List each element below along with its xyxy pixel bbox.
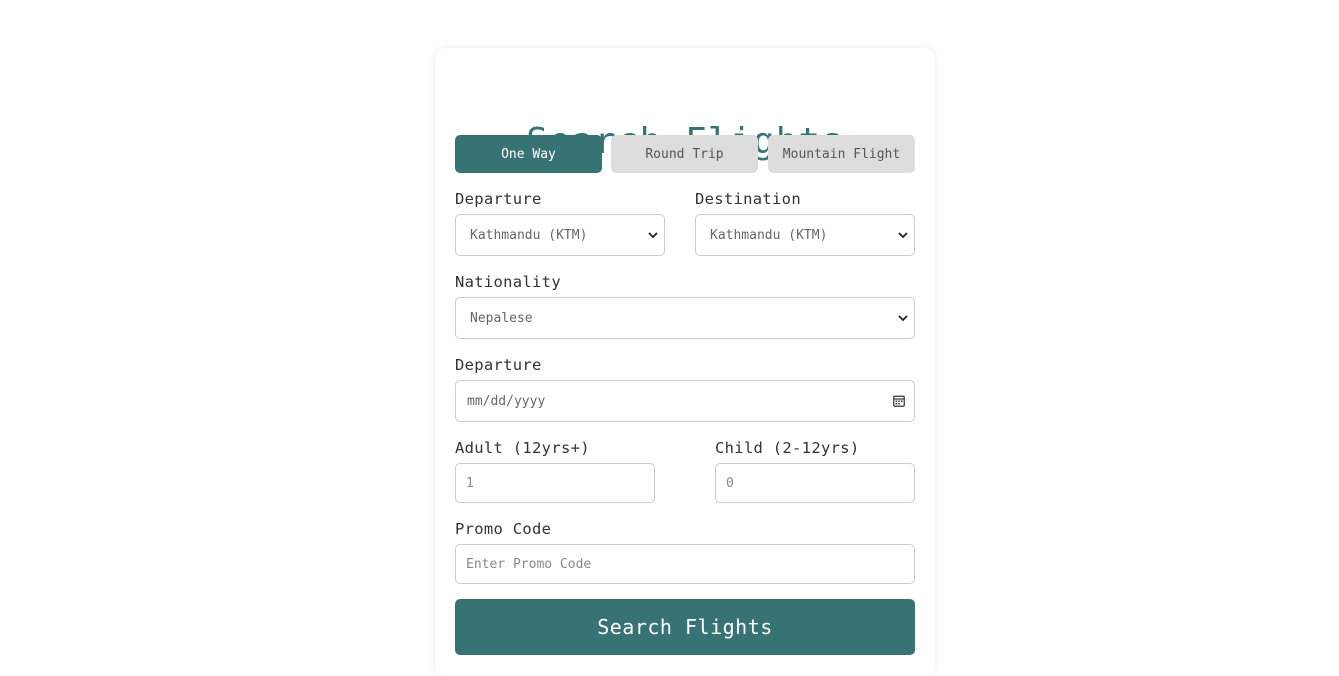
child-label: Child (2-12yrs) [715, 439, 860, 457]
mountain-flight-button[interactable]: Mountain Flight [768, 135, 915, 173]
departure-select[interactable]: Kathmandu (KTM) [455, 214, 665, 256]
departure-date-input[interactable]: mm/dd/yyyy [455, 380, 915, 422]
search-flights-button[interactable]: Search Flights [455, 599, 915, 655]
chevron-down-icon [642, 231, 664, 239]
chevron-down-icon [892, 314, 914, 322]
departure-date-label: Departure [455, 356, 542, 374]
departure-date-placeholder: mm/dd/yyyy [467, 393, 546, 409]
nationality-label: Nationality [455, 273, 561, 291]
one-way-button[interactable]: One Way [455, 135, 602, 173]
chevron-down-icon [892, 231, 914, 239]
adult-count-input[interactable]: 1 [455, 463, 655, 503]
nationality-select[interactable]: Nepalese [455, 297, 915, 339]
destination-select[interactable]: Kathmandu (KTM) [695, 214, 915, 256]
adult-label: Adult (12yrs+) [455, 439, 590, 457]
search-flights-card: Search Flights One Way Round Trip Mounta… [435, 48, 935, 676]
calendar-icon[interactable] [888, 395, 910, 407]
departure-select-value: Kathmandu (KTM) [470, 227, 588, 243]
promo-code-placeholder: Enter Promo Code [466, 556, 592, 572]
round-trip-button[interactable]: Round Trip [611, 135, 758, 173]
promo-code-label: Promo Code [455, 520, 552, 538]
promo-code-input[interactable]: Enter Promo Code [455, 544, 915, 584]
child-count-input[interactable]: 0 [715, 463, 915, 503]
destination-label: Destination [695, 190, 801, 208]
destination-select-value: Kathmandu (KTM) [710, 227, 828, 243]
nationality-select-value: Nepalese [470, 310, 533, 326]
departure-label: Departure [455, 190, 542, 208]
child-count-value: 0 [726, 475, 734, 491]
adult-count-value: 1 [466, 475, 474, 491]
